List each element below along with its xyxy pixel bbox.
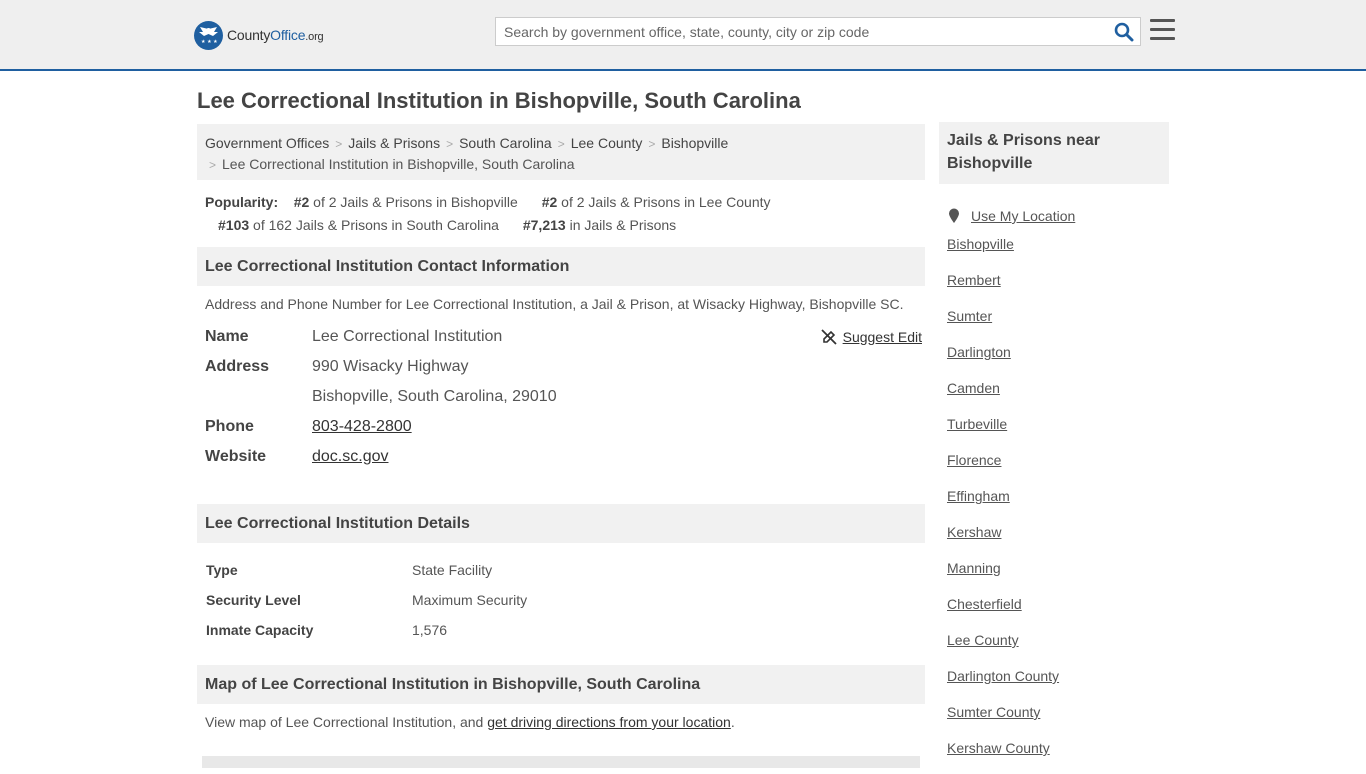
sidebar-item-florence[interactable]: Florence xyxy=(947,450,1169,486)
main-content: Government Offices > Jails & Prisons > South… xyxy=(197,124,925,740)
breadcrumb-separator-icon: > xyxy=(446,137,454,151)
name-row: Name Lee Correctional Institution xyxy=(205,322,925,352)
sidebar-item-effingham[interactable]: Effingham xyxy=(947,486,1169,522)
breadcrumb-lee-county[interactable]: Lee County xyxy=(571,135,643,151)
hamburger-menu-icon[interactable] xyxy=(1150,19,1175,41)
website-row: Website doc.sc.gov xyxy=(205,442,925,472)
search-input[interactable] xyxy=(496,18,1096,45)
driving-directions-link[interactable]: get driving directions from your locatio… xyxy=(487,714,731,730)
breadcrumb-separator-icon: > xyxy=(335,137,343,151)
use-my-location[interactable]: Use My Location xyxy=(947,198,1169,234)
sidebar-item-camden[interactable]: Camden xyxy=(947,378,1169,414)
popularity-rank: #103 of 162 Jails & Prisons in South Car… xyxy=(218,217,499,233)
sidebar-heading: Jails & Prisons near Bishopville xyxy=(939,122,1169,184)
sidebar-item-manning[interactable]: Manning xyxy=(947,558,1169,594)
sidebar-item-lee-county[interactable]: Lee County xyxy=(947,630,1169,666)
nearby-list: Use My Location Bishopville Rembert Sumt… xyxy=(939,198,1169,774)
address-line2: Bishopville, South Carolina, 29010 xyxy=(312,388,557,405)
suggest-edit[interactable]: Suggest Edit xyxy=(820,322,922,352)
sidebar-item-kershaw[interactable]: Kershaw xyxy=(947,522,1169,558)
map-heading: Map of Lee Correctional Institution in B… xyxy=(197,665,925,704)
sidebar: Jails & Prisons near Bishopville Use My … xyxy=(939,122,1169,774)
logo-text: CountyOffice.org xyxy=(227,27,324,43)
edit-off-icon xyxy=(820,329,837,345)
eagle-logo-icon: ★ ★ ★ xyxy=(194,20,223,50)
breadcrumb-separator-icon: > xyxy=(557,137,565,151)
use-my-location-link[interactable]: Use My Location xyxy=(971,206,1075,226)
suggest-edit-link[interactable]: Suggest Edit xyxy=(843,322,922,352)
breadcrumb-current: Lee Correctional Institution in Bishopvi… xyxy=(222,156,575,172)
sidebar-item-kershaw-county[interactable]: Kershaw County xyxy=(947,738,1169,774)
details-row: Type State Facility xyxy=(206,562,493,578)
phone-label: Phone xyxy=(205,418,254,435)
sidebar-item-darlington-county[interactable]: Darlington County xyxy=(947,666,1169,702)
breadcrumb-government-offices[interactable]: Government Offices xyxy=(205,135,329,151)
sidebar-item-bishopville[interactable]: Bishopville xyxy=(947,234,1169,270)
svg-text:★ ★ ★: ★ ★ ★ xyxy=(201,39,218,45)
breadcrumb-separator-icon: > xyxy=(648,137,656,151)
popularity: Popularity: #2 of 2 Jails & Prisons in B… xyxy=(197,191,925,237)
page-title: Lee Correctional Institution in Bishopvi… xyxy=(197,88,801,113)
address-row: Address 990 Wisacky Highway xyxy=(205,352,925,382)
phone-link[interactable]: 803-428-2800 xyxy=(312,418,412,435)
address-label: Address xyxy=(205,358,270,375)
breadcrumb-south-carolina[interactable]: South Carolina xyxy=(459,135,552,151)
address-row-2: Bishopville, South Carolina, 29010 xyxy=(205,382,925,412)
facility-name: Lee Correctional Institution xyxy=(312,328,503,345)
contact-info: Suggest Edit Name Lee Correctional Instit… xyxy=(197,322,925,472)
website-label: Website xyxy=(205,448,267,465)
details-heading: Lee Correctional Institution Details xyxy=(197,504,925,543)
sidebar-item-turbeville[interactable]: Turbeville xyxy=(947,414,1169,450)
details-table: Type State Facility Security Level Maximum… xyxy=(197,543,925,645)
breadcrumb-bishopville[interactable]: Bishopville xyxy=(661,135,728,151)
name-label: Name xyxy=(205,328,249,345)
popularity-rank: #7,213 in Jails & Prisons xyxy=(522,217,677,233)
sidebar-item-chesterfield[interactable]: Chesterfield xyxy=(947,594,1169,630)
details-row: Security Level Maximum Security xyxy=(206,592,528,608)
website-link[interactable]: doc.sc.gov xyxy=(312,448,388,465)
popularity-rank: #2 of 2 Jails & Prisons in Lee County xyxy=(541,194,771,210)
contact-description: Address and Phone Number for Lee Correct… xyxy=(205,296,904,312)
search-box xyxy=(495,17,1141,46)
search-icon[interactable] xyxy=(1114,22,1134,42)
sidebar-item-sumter[interactable]: Sumter xyxy=(947,306,1169,342)
popularity-rank: #2 of 2 Jails & Prisons in Bishopville xyxy=(293,194,518,210)
contact-heading: Lee Correctional Institution Contact Inf… xyxy=(197,247,925,286)
sidebar-item-sumter-county[interactable]: Sumter County xyxy=(947,702,1169,738)
details-row: Inmate Capacity 1,576 xyxy=(206,622,448,638)
breadcrumb-jails-prisons[interactable]: Jails & Prisons xyxy=(348,135,440,151)
location-pin-icon xyxy=(949,208,959,223)
map-frame[interactable] xyxy=(202,756,920,768)
sidebar-item-rembert[interactable]: Rembert xyxy=(947,270,1169,306)
sidebar-item-darlington[interactable]: Darlington xyxy=(947,342,1169,378)
top-bar: ★ ★ ★ CountyOffice.org xyxy=(0,0,1366,71)
phone-row: Phone 803-428-2800 xyxy=(205,412,925,442)
map-description: View map of Lee Correctional Institution… xyxy=(205,714,735,730)
address-line1: 990 Wisacky Highway xyxy=(312,358,469,375)
breadcrumb-separator-icon: > xyxy=(209,158,217,172)
breadcrumb: Government Offices > Jails & Prisons > South… xyxy=(197,124,925,180)
popularity-label: Popularity: xyxy=(205,194,279,210)
site-logo[interactable]: ★ ★ ★ CountyOffice.org xyxy=(194,20,324,50)
